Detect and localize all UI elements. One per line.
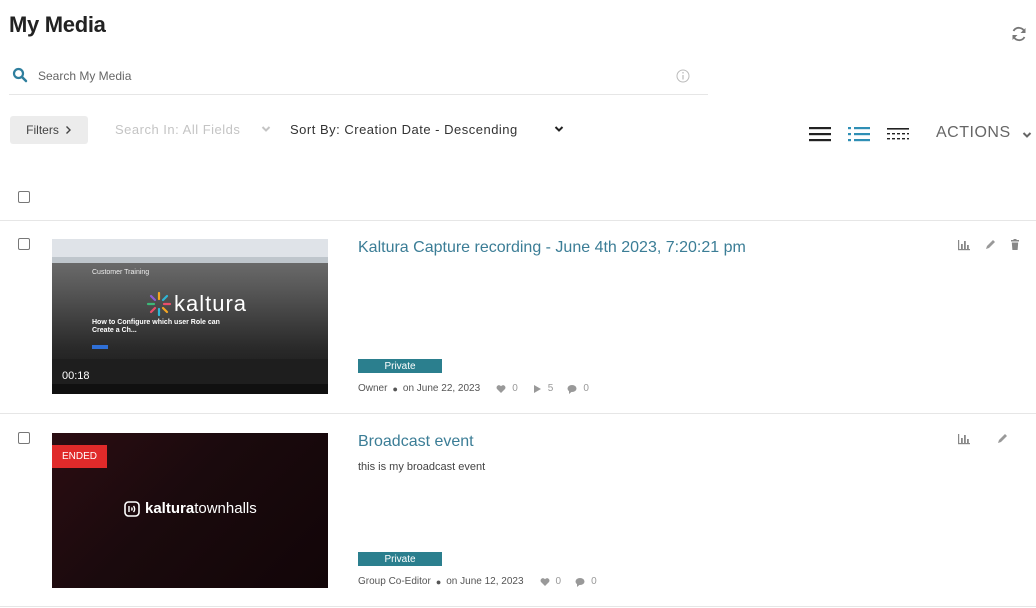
edit-icon[interactable]: [995, 432, 1009, 446]
chevron-down-icon: [1022, 132, 1032, 138]
chevron-right-icon: [65, 126, 71, 134]
heart-icon: [496, 384, 506, 393]
thumbnail-button: [92, 345, 108, 349]
item-checkbox[interactable]: [18, 432, 30, 444]
media-meta: Owner ● on June 22, 2023 0 5 0: [358, 383, 589, 394]
townhalls-logo-icon: [124, 500, 140, 517]
comments-count: 0: [591, 576, 597, 587]
item-checkbox[interactable]: [18, 238, 30, 250]
ended-badge: ENDED: [52, 445, 107, 468]
search-divider: [9, 94, 708, 95]
plays-stat: 5: [532, 383, 554, 394]
thumbnail-player-bar: [52, 359, 328, 384]
separator-dot: ●: [392, 383, 398, 394]
search-input[interactable]: [38, 66, 658, 86]
media-thumbnail[interactable]: ENDED kaltura townhalls: [52, 433, 328, 588]
chevron-down-icon: [261, 126, 271, 132]
analytics-icon[interactable]: [957, 238, 971, 252]
comments-stat: 0: [567, 383, 589, 394]
comments-stat: 0: [575, 576, 597, 587]
townhalls-logo-bold: kaltura: [145, 500, 195, 517]
media-thumbnail[interactable]: Customer Training kaltura How to Configu…: [52, 239, 328, 394]
divider: [0, 606, 1036, 607]
chevron-down-icon: [554, 126, 564, 132]
likes-count: 0: [555, 576, 562, 587]
divider: [0, 220, 1036, 221]
compact-view-icon[interactable]: [886, 124, 910, 144]
separator-dot: ●: [435, 576, 442, 587]
thumbnail-caption: How to Configure which user Role can Cre…: [92, 319, 220, 334]
delete-icon[interactable]: [1008, 238, 1022, 252]
owner-role: Group Co-Editor: [358, 576, 431, 587]
media-title[interactable]: Kaltura Capture recording - June 4th 202…: [358, 239, 746, 257]
search-in-dropdown[interactable]: Search In: All Fields: [115, 122, 240, 137]
sort-dropdown[interactable]: Sort By: Creation Date - Descending: [290, 122, 518, 137]
search-icon: [12, 67, 28, 83]
list-view-icon[interactable]: [808, 124, 832, 144]
divider: [0, 413, 1036, 414]
info-icon[interactable]: [676, 69, 690, 83]
status-badge: Private: [358, 359, 442, 373]
comments-count: 0: [583, 383, 589, 394]
thumbnail-footer: [52, 384, 328, 394]
filters-button[interactable]: Filters: [10, 116, 88, 144]
thumbnail-heading: Customer Training: [92, 269, 150, 276]
kaltura-burst-icon: [146, 291, 172, 317]
heart-icon: [540, 577, 549, 586]
comment-icon: [575, 577, 585, 587]
comment-icon: [567, 384, 577, 394]
select-all-checkbox[interactable]: [18, 191, 30, 203]
likes-stat: 0: [540, 576, 562, 587]
thumbnail-toolbar: [52, 257, 328, 263]
media-title[interactable]: Broadcast event: [358, 433, 474, 451]
edit-icon[interactable]: [983, 238, 997, 252]
likes-count: 0: [512, 383, 518, 394]
likes-stat: 0: [496, 383, 518, 394]
created-date: on June 22, 2023: [402, 383, 481, 394]
plays-count: 5: [547, 383, 554, 394]
filters-label: Filters: [26, 123, 59, 137]
detailed-view-icon[interactable]: [847, 124, 871, 144]
thumbnail-browser-bar: [52, 239, 328, 257]
media-meta: Group Co-Editor ● on June 12, 2023 0 0: [358, 576, 597, 587]
actions-menu[interactable]: ACTIONS: [936, 124, 1011, 142]
owner-role: Owner: [358, 383, 388, 394]
created-date: on June 12, 2023: [446, 576, 524, 587]
status-badge: Private: [358, 552, 442, 566]
play-icon: [533, 384, 541, 393]
townhalls-logo: kaltura townhalls: [124, 500, 257, 517]
page-title: My Media: [9, 12, 106, 37]
duration-label: 00:18: [62, 370, 90, 382]
thumbnail-logo: kaltura: [174, 291, 248, 316]
refresh-icon[interactable]: [1010, 25, 1028, 43]
media-description: this is my broadcast event: [358, 461, 486, 473]
townhalls-logo-light: townhalls: [194, 500, 257, 517]
analytics-icon[interactable]: [957, 432, 971, 446]
